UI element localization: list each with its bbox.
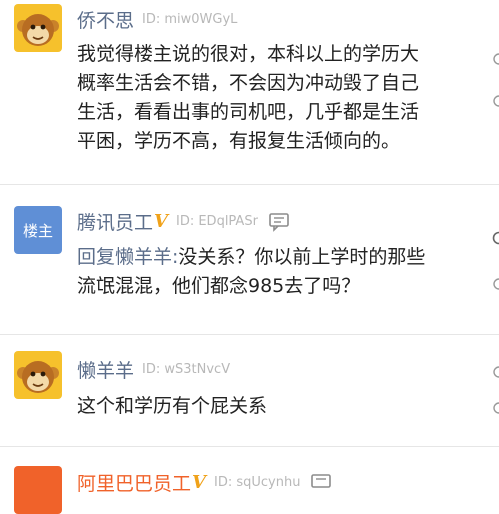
message-icon[interactable] <box>268 212 290 232</box>
comment-header: 腾讯员工 V ID: EDqlPASr <box>77 208 290 235</box>
comment-3: 懒羊羊 ID: wS3tNvcV 这个和学历有个屁关系 <box>0 335 499 445</box>
verified-badge: V <box>192 472 206 493</box>
monkey-avatar-icon[interactable] <box>14 4 62 52</box>
comment-header: 懒羊羊 ID: wS3tNvcV <box>77 356 230 383</box>
comment-4: 阿里巴巴员工 V ID: sqUcynhu <box>0 447 499 486</box>
comment-2: 楼主 腾讯员工 V ID: EDqlPASr 回复懒羊羊:没关系？你以前上学时的… <box>0 185 499 333</box>
verified-badge: V <box>154 211 168 232</box>
comment-line: 我觉得楼主说的很对，本科以上的学历大 <box>77 40 472 69</box>
comment-line: 平困，学历不高，有报复生活倾向的。 <box>77 127 472 156</box>
comment-text: 回复懒羊羊:没关系？你以前上学时的那些 流氓混混，他们都念985去了吗？ <box>77 243 472 301</box>
more-icon[interactable] <box>488 52 499 66</box>
monkey-avatar-icon[interactable] <box>14 351 62 399</box>
message-icon[interactable] <box>310 473 332 493</box>
comment-line: 这个和学历有个屁关系 <box>77 392 472 421</box>
more-icon[interactable] <box>488 401 499 415</box>
comment-1: 侨不思 ID: miw0WGyL 我觉得楼主说的很对，本科以上的学历大 概率生活… <box>0 0 499 183</box>
username[interactable]: 懒羊羊 <box>77 356 134 383</box>
user-id: ID: miw0WGyL <box>142 12 237 27</box>
username[interactable]: 阿里巴巴员工 <box>77 469 191 496</box>
user-avatar[interactable] <box>14 466 62 514</box>
comment-header: 阿里巴巴员工 V ID: sqUcynhu <box>77 469 332 496</box>
more-icon[interactable] <box>488 94 499 108</box>
user-id: ID: EDqlPASr <box>176 214 258 229</box>
comment-line: 概率生活会不错，不会因为冲动毁了自己 <box>77 69 472 98</box>
comment-line: 流氓混混，他们都念985去了吗？ <box>77 272 472 301</box>
owner-avatar[interactable]: 楼主 <box>14 206 62 254</box>
user-id: ID: wS3tNvcV <box>142 362 230 377</box>
username[interactable]: 腾讯员工 <box>77 208 153 235</box>
comment-text: 我觉得楼主说的很对，本科以上的学历大 概率生活会不错，不会因为冲动毁了自己 生活… <box>77 40 472 156</box>
comment-line: 没关系？你以前上学时的那些 <box>178 246 425 268</box>
reply-icon[interactable] <box>488 231 499 245</box>
comment-text: 这个和学历有个屁关系 <box>77 392 472 421</box>
comment-header: 侨不思 ID: miw0WGyL <box>77 6 237 33</box>
reply-prefix[interactable]: 回复懒羊羊: <box>77 246 178 268</box>
username[interactable]: 侨不思 <box>77 6 134 33</box>
more-icon[interactable] <box>488 365 499 379</box>
more-icon[interactable] <box>488 277 499 291</box>
user-id: ID: sqUcynhu <box>214 475 300 490</box>
owner-label: 楼主 <box>23 220 53 241</box>
comment-line: 生活，看看出事的司机吧，几乎都是生活 <box>77 98 472 127</box>
